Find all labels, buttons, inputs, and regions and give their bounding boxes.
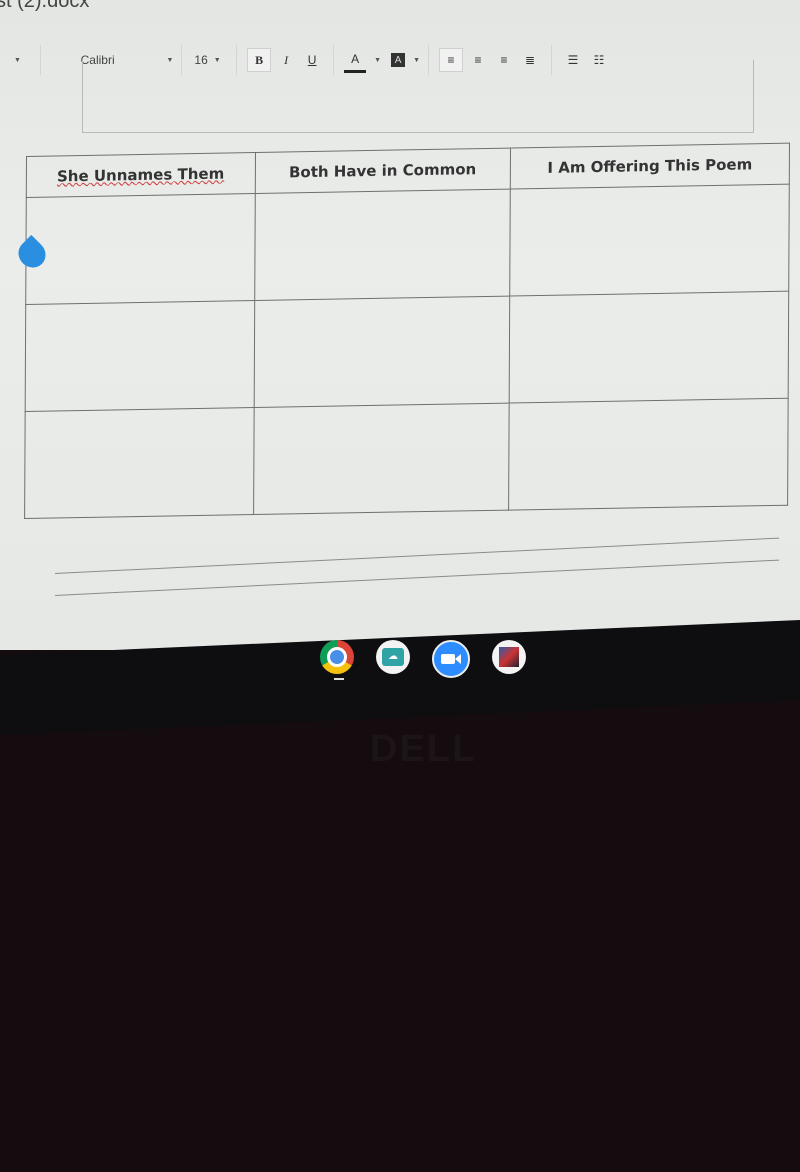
app-dock: ☁ bbox=[320, 640, 526, 678]
table-row bbox=[25, 184, 790, 305]
answer-line bbox=[54, 559, 780, 596]
table-cell[interactable] bbox=[24, 407, 254, 519]
game-app-icon[interactable] bbox=[492, 640, 526, 674]
previous-text-box bbox=[82, 60, 754, 133]
table-cell[interactable] bbox=[509, 291, 789, 404]
active-app-indicator bbox=[334, 678, 344, 680]
table-cell[interactable] bbox=[253, 296, 510, 408]
dell-logo: DELL bbox=[370, 728, 478, 770]
header-text: She Unnames Them bbox=[56, 164, 225, 186]
style-dropdown[interactable]: ▼ bbox=[0, 45, 41, 75]
table-cell[interactable] bbox=[508, 398, 789, 511]
chrome-icon[interactable] bbox=[320, 640, 354, 674]
document-title: st (2).docx bbox=[0, 0, 90, 12]
header-cell[interactable]: Both Have in Common bbox=[254, 148, 511, 194]
table-cell[interactable] bbox=[25, 300, 255, 412]
header-cell[interactable]: She Unnames Them bbox=[26, 152, 256, 198]
comparison-table: She Unnames Them Both Have in Common I A… bbox=[24, 143, 790, 519]
answer-line bbox=[54, 537, 780, 574]
header-cell[interactable]: I Am Offering This Poem bbox=[510, 143, 790, 190]
table-cell[interactable] bbox=[254, 189, 511, 301]
zoom-icon[interactable] bbox=[432, 640, 470, 678]
table-row bbox=[24, 398, 789, 519]
document-editor: st (2).docx ▼ Calibri ▼ 16 ▼ B I U A ▼ A ▼ ≡… bbox=[0, 0, 800, 650]
table-row bbox=[25, 291, 789, 412]
chevron-down-icon: ▼ bbox=[14, 56, 21, 64]
table-cell[interactable] bbox=[253, 403, 510, 515]
cloud-app-icon[interactable]: ☁ bbox=[376, 640, 410, 674]
table-cell[interactable] bbox=[509, 184, 790, 297]
table-cell[interactable] bbox=[25, 193, 255, 305]
